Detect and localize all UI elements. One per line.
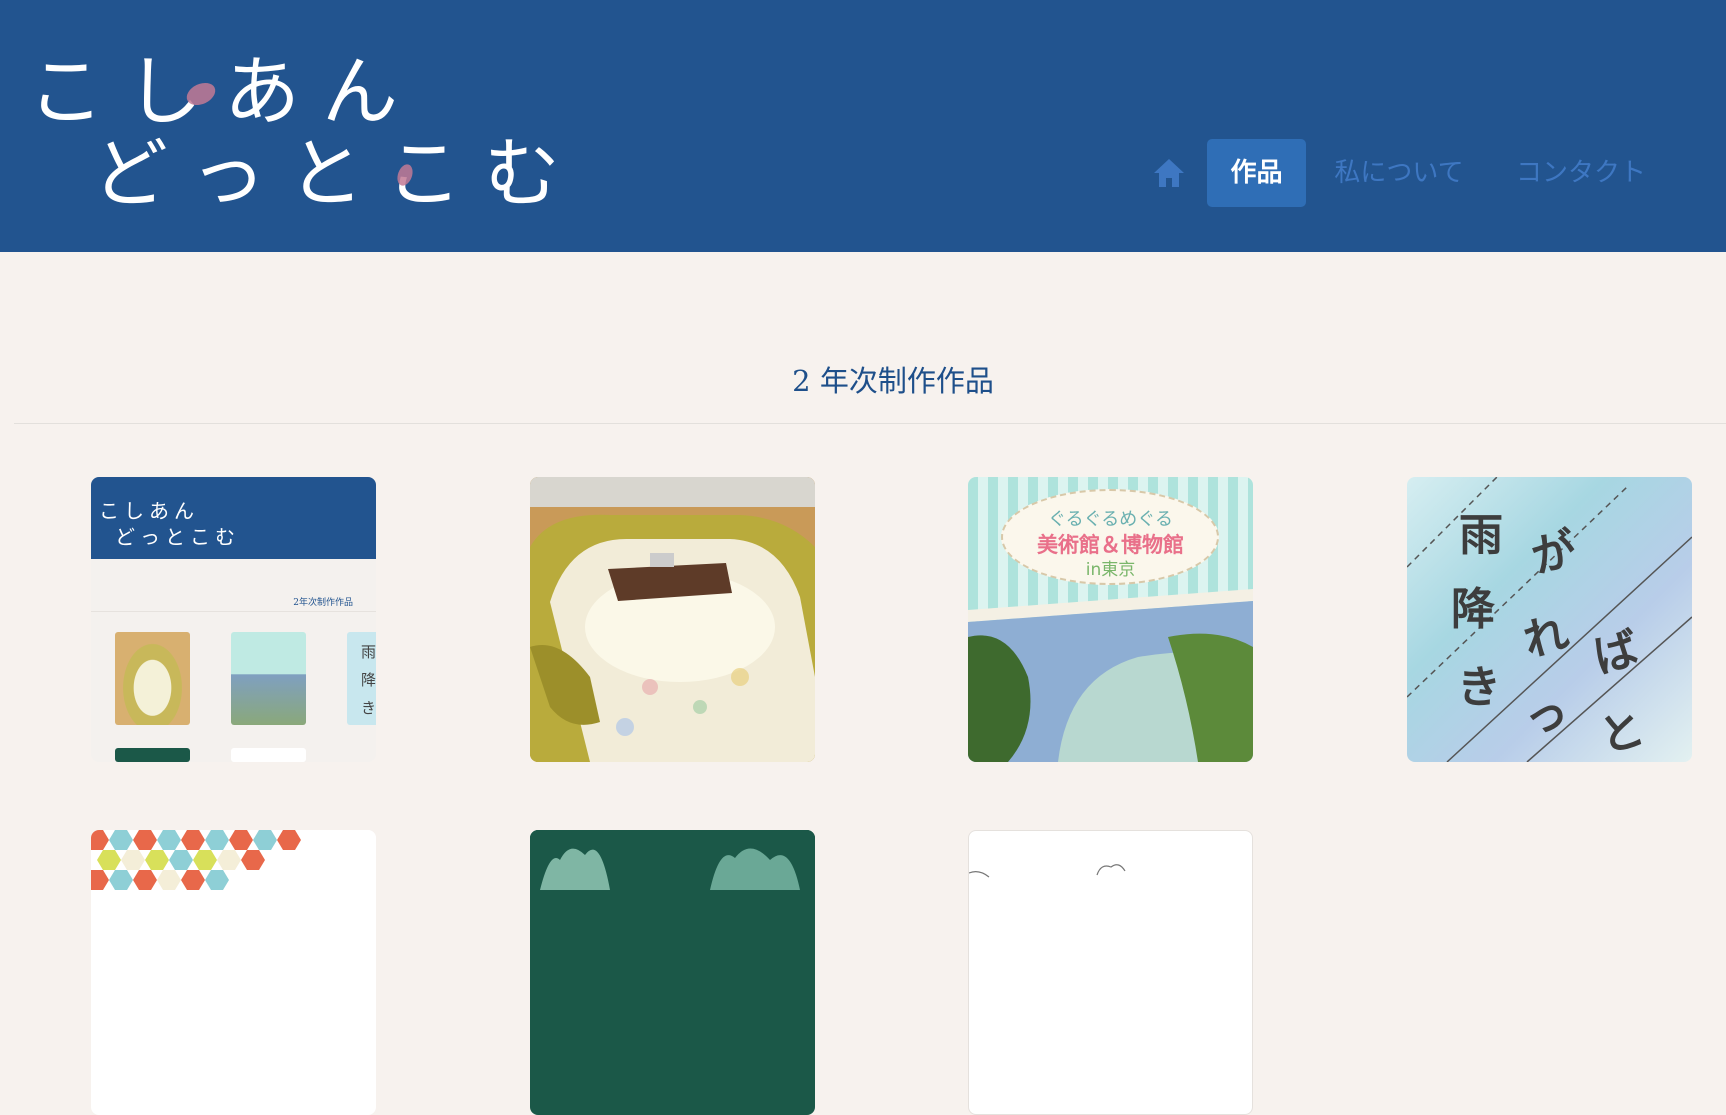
thumb-kotatsu (115, 632, 190, 725)
rain-char: 降 (1451, 584, 1495, 635)
kotatsu-image (530, 477, 815, 762)
nav-home[interactable] (1146, 139, 1192, 207)
thumb-rain-text: 雨降き (361, 643, 376, 717)
nav-item-contact[interactable]: コンタクト (1504, 139, 1658, 207)
thumb-rain: 雨降き (347, 632, 376, 725)
work-card-sketch[interactable] (968, 830, 1253, 1115)
museum-photo (968, 589, 1253, 762)
nav-item-works[interactable]: 作品 (1207, 139, 1306, 207)
nav-item-label: コンタクト (1515, 158, 1646, 188)
site-header: こしあん どっとこむ 作品 私について コンタクト (0, 0, 1726, 252)
thumb-divider (91, 611, 376, 612)
rain-char: き (1457, 662, 1501, 713)
thumb-logo-line-2: どっとこむ (115, 525, 240, 549)
thumb-forest (115, 748, 190, 762)
logo-line-2: どっとこむ (92, 129, 582, 218)
section-divider (14, 423, 1726, 424)
logo-line-1: こしあん (28, 47, 420, 136)
nav-item-about[interactable]: 私について (1322, 139, 1476, 207)
home-icon (1154, 159, 1184, 187)
hexagon-pattern (91, 830, 376, 890)
work-card-kotatsu[interactable] (530, 477, 815, 762)
thumb-white (231, 748, 306, 762)
thumb-museum (231, 632, 306, 725)
work-card-hexagon[interactable] (91, 830, 376, 1115)
work-card-website[interactable]: こしあん どっとこむ 2年次制作作品 雨降き (91, 477, 376, 762)
work-card-museum[interactable]: ぐるぐるめぐる 美術館＆博物館 in東京 (968, 477, 1253, 762)
sketch-image (969, 864, 1126, 878)
rain-char: 雨 (1459, 510, 1503, 561)
site-logo[interactable]: こしあん どっとこむ (28, 46, 560, 216)
forest-image (530, 830, 815, 890)
thumb-logo-line-1: こしあん (99, 499, 199, 523)
thumb-section-title: 2年次制作作品 (293, 598, 353, 608)
nav-item-label: 私について (1334, 158, 1464, 188)
section-title: 2 年次制作作品 (792, 364, 994, 398)
work-card-forest[interactable] (530, 830, 815, 1115)
nav-item-label: 作品 (1230, 158, 1283, 188)
work-card-rain[interactable]: 雨 が 降 れ ば き っ と (1407, 477, 1692, 762)
